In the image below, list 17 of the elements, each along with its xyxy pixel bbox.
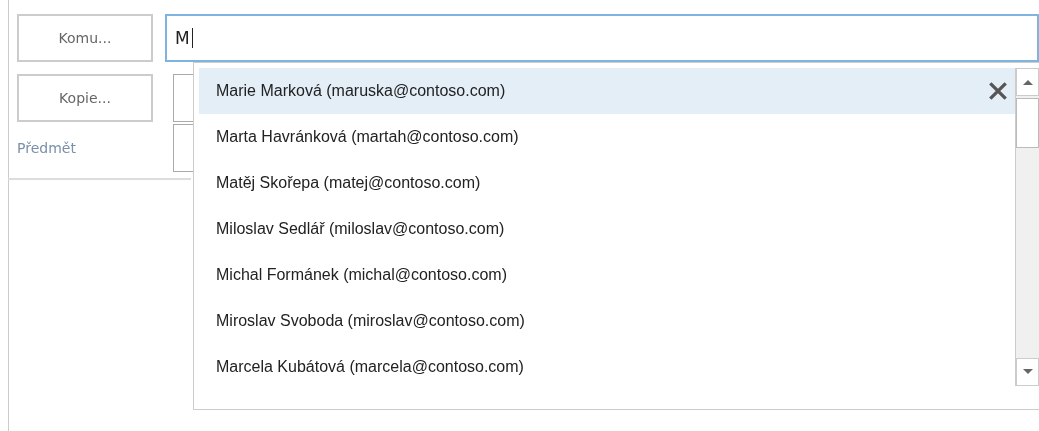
suggestion-item[interactable]: Miloslav Sedlář (miloslav@contoso.com): [199, 206, 1015, 252]
suggestion-item[interactable]: Marie Marková (maruska@contoso.com): [199, 68, 1015, 114]
cc-button[interactable]: Kopie...: [17, 74, 153, 122]
scroll-down-icon[interactable]: [1016, 358, 1039, 386]
scroll-thumb[interactable]: [1016, 98, 1039, 148]
subject-label: Předmět: [17, 140, 77, 156]
to-field[interactable]: M: [165, 14, 1039, 62]
suggestion-item[interactable]: Miroslav Svoboda (miroslav@contoso.com): [199, 298, 1015, 344]
to-button[interactable]: Komu...: [17, 14, 153, 62]
scrollbar[interactable]: [1015, 68, 1039, 386]
suggestion-item[interactable]: Marcela Kubátová (marcela@contoso.com): [199, 344, 1015, 390]
close-icon[interactable]: [987, 80, 1009, 102]
suggestion-item[interactable]: Matěj Skořepa (matej@contoso.com): [199, 160, 1015, 206]
suggestion-item[interactable]: Marta Havránková (martah@contoso.com): [199, 114, 1015, 160]
suggestion-item[interactable]: Michal Formánek (michal@contoso.com): [199, 252, 1015, 298]
scroll-up-icon[interactable]: [1016, 68, 1039, 96]
text-cursor: [191, 28, 193, 48]
